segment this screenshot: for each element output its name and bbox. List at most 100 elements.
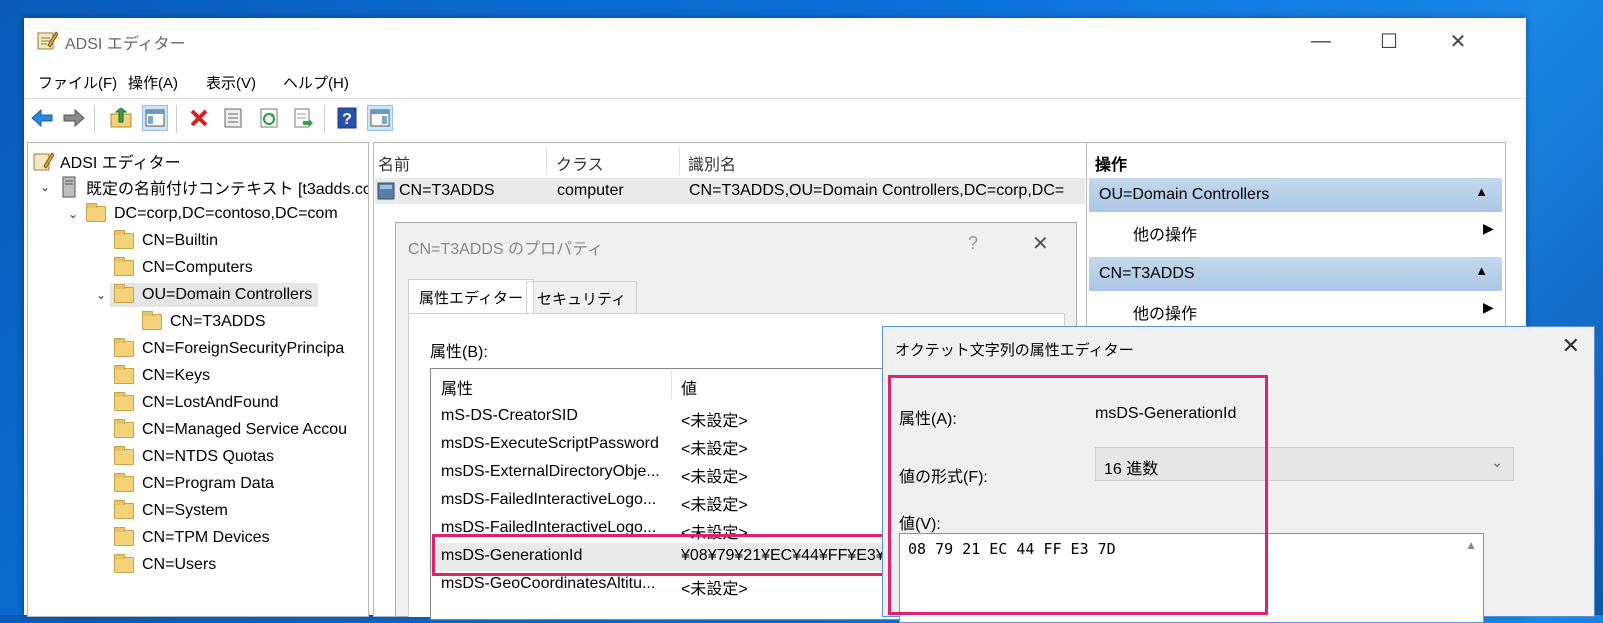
- column-header-class[interactable]: クラス: [556, 151, 604, 175]
- tree-item-foreign-security[interactable]: CN=ForeignSecurityPrincipa: [114, 335, 344, 362]
- tree-item-context[interactable]: ⌄ 既定の名前付けコンテキスト [t3adds.co: [36, 173, 368, 200]
- tree-item-label: OU=Domain Controllers: [142, 285, 313, 303]
- action-more-actions[interactable]: 他の操作: [1133, 300, 1197, 324]
- tree-item-computers[interactable]: CN=Computers: [114, 254, 253, 281]
- tab-label: 属性エディター: [419, 289, 523, 307]
- toolbar-separator: [324, 105, 325, 133]
- attributes-label: 属性(B):: [430, 344, 488, 361]
- up-folder-button[interactable]: [108, 105, 134, 131]
- column-header-value[interactable]: 値: [681, 375, 697, 399]
- attribute-table: 属性 値 mS-DS-CreatorSID <未設定> msDS-ExecuteS…: [430, 368, 922, 620]
- tree-item-t3adds[interactable]: CN=T3ADDS: [142, 308, 266, 335]
- folder-icon: [114, 445, 134, 465]
- chevron-down-icon[interactable]: ⌄: [36, 180, 54, 194]
- action-item-label: 他の操作: [1133, 227, 1198, 244]
- toolbar: ?: [24, 98, 1526, 139]
- tree-item-system[interactable]: CN=System: [114, 497, 228, 524]
- close-icon[interactable]: ✕: [1032, 231, 1049, 256]
- maximize-icon: ☐: [1380, 30, 1398, 53]
- properties-dialog-title: CN=T3ADDS のプロパティ: [408, 241, 604, 258]
- attribute-value: <未設定>: [681, 469, 748, 486]
- tree-item-label: CN=TPM Devices: [142, 528, 270, 546]
- folder-icon: [114, 364, 134, 384]
- tree-item-tpm-devices[interactable]: CN=TPM Devices: [114, 524, 270, 551]
- menu-file[interactable]: ファイル(F): [38, 72, 117, 93]
- tree-item-label: CN=LostAndFound: [142, 393, 279, 411]
- column-header-dn[interactable]: 識別名: [688, 151, 736, 175]
- show-hide-action-pane-button[interactable]: [367, 105, 393, 131]
- close-icon[interactable]: ✕: [1562, 333, 1580, 359]
- table-row[interactable]: msDS-FailedInteractiveLogo... <未設定>: [431, 487, 921, 515]
- column-separator[interactable]: [671, 371, 672, 399]
- computer-object-icon: [377, 182, 395, 200]
- toolbar-separator: [176, 105, 177, 133]
- attribute-value: <未設定>: [681, 581, 748, 598]
- tab-security[interactable]: セキュリティ: [526, 281, 638, 315]
- maximize-button[interactable]: ☐: [1355, 18, 1423, 64]
- tree-root[interactable]: ADSI エディター: [32, 147, 181, 174]
- table-row[interactable]: msDS-ExecuteScriptPassword <未設定>: [431, 431, 921, 459]
- window-title: ADSI エディター: [65, 36, 186, 53]
- attribute-name: msDS-FailedInteractiveLogo...: [441, 491, 657, 508]
- action-section-t3adds[interactable]: CN=T3ADDS ▲: [1089, 257, 1502, 291]
- folder-icon: [114, 256, 134, 276]
- back-icon: [31, 109, 53, 127]
- list-row-t3adds[interactable]: CN=T3ADDS computer CN=T3ADDS,OU=Domain C…: [375, 178, 1085, 204]
- menu-bar: ファイル(F) 操作(A) 表示(V) ヘルプ(H): [24, 64, 1526, 98]
- tree-item-ntds-quotas[interactable]: CN=NTDS Quotas: [114, 443, 274, 470]
- column-separator[interactable]: [679, 147, 680, 175]
- folder-icon: [114, 229, 134, 249]
- tree-item-domain[interactable]: ⌄ DC=corp,DC=contoso,DC=com: [64, 200, 338, 227]
- minimize-button[interactable]: —: [1287, 18, 1355, 64]
- folder-icon: [114, 391, 134, 411]
- show-hide-action-icon: [370, 109, 390, 127]
- tree-item-managed-service[interactable]: CN=Managed Service Accou: [114, 416, 347, 443]
- tab-attribute-editor[interactable]: 属性エディター: [408, 279, 534, 314]
- tree-item-builtin[interactable]: CN=Builtin: [114, 227, 218, 254]
- octet-string-editor-dialog: オクテット文字列の属性エディター ✕ 属性(A): msDS-Generatio…: [882, 326, 1595, 623]
- toolbar-separator: [94, 105, 95, 133]
- tree-item-label: DC=corp,DC=contoso,DC=com: [114, 204, 338, 222]
- tree-item-lost-and-found[interactable]: CN=LostAndFound: [114, 389, 279, 416]
- chevron-down-icon[interactable]: ⌄: [64, 207, 82, 221]
- chevron-down-icon[interactable]: ⌄: [92, 288, 110, 302]
- tree-item-label: CN=Builtin: [142, 231, 219, 249]
- attribute-name: msDS-ExternalDirectoryObje...: [441, 463, 660, 480]
- collapse-icon[interactable]: ▲: [1475, 263, 1488, 278]
- column-separator[interactable]: [546, 147, 547, 175]
- table-row[interactable]: mS-DS-CreatorSID <未設定>: [431, 403, 921, 431]
- title-bar[interactable]: ADSI エディター — ☐ ✕: [24, 18, 1526, 64]
- properties-button[interactable]: [220, 105, 246, 131]
- tree-item-domain-controllers[interactable]: ⌄ OU=Domain Controllers: [92, 281, 319, 308]
- refresh-button[interactable]: [256, 105, 282, 131]
- column-header-attribute[interactable]: 属性: [441, 375, 473, 399]
- help-button[interactable]: ?: [334, 105, 360, 131]
- action-more-actions[interactable]: 他の操作: [1133, 221, 1197, 245]
- column-header-name[interactable]: 名前: [378, 151, 410, 175]
- properties-icon: [224, 108, 242, 128]
- action-section-domain-controllers[interactable]: OU=Domain Controllers ▲: [1089, 178, 1502, 212]
- forward-button[interactable]: [61, 105, 87, 131]
- folder-icon: [86, 202, 106, 222]
- collapse-icon[interactable]: ▲: [1475, 184, 1488, 199]
- close-button[interactable]: ✕: [1424, 18, 1492, 64]
- scroll-up-icon[interactable]: ▲: [1465, 538, 1477, 552]
- menu-help[interactable]: ヘルプ(H): [283, 72, 349, 93]
- back-button[interactable]: [29, 105, 55, 131]
- delete-button[interactable]: [186, 105, 212, 131]
- tree-item-label: CN=Program Data: [142, 474, 275, 492]
- actions-header-label: 操作: [1095, 157, 1128, 174]
- export-list-button[interactable]: [290, 105, 316, 131]
- tree-item-keys[interactable]: CN=Keys: [114, 362, 210, 389]
- show-hide-tree-button[interactable]: [142, 105, 168, 131]
- tree-item-users[interactable]: CN=Users: [114, 551, 216, 578]
- menu-view[interactable]: 表示(V): [206, 72, 256, 93]
- adsi-edit-icon: [37, 31, 58, 50]
- help-icon: ?: [337, 107, 357, 129]
- tree-item-program-data[interactable]: CN=Program Data: [114, 470, 274, 497]
- folder-icon: [114, 418, 134, 438]
- table-row[interactable]: msDS-ExternalDirectoryObje... <未設定>: [431, 459, 921, 487]
- help-icon[interactable]: ?: [968, 233, 978, 254]
- menu-action[interactable]: 操作(A): [128, 72, 178, 93]
- export-icon: [294, 108, 313, 128]
